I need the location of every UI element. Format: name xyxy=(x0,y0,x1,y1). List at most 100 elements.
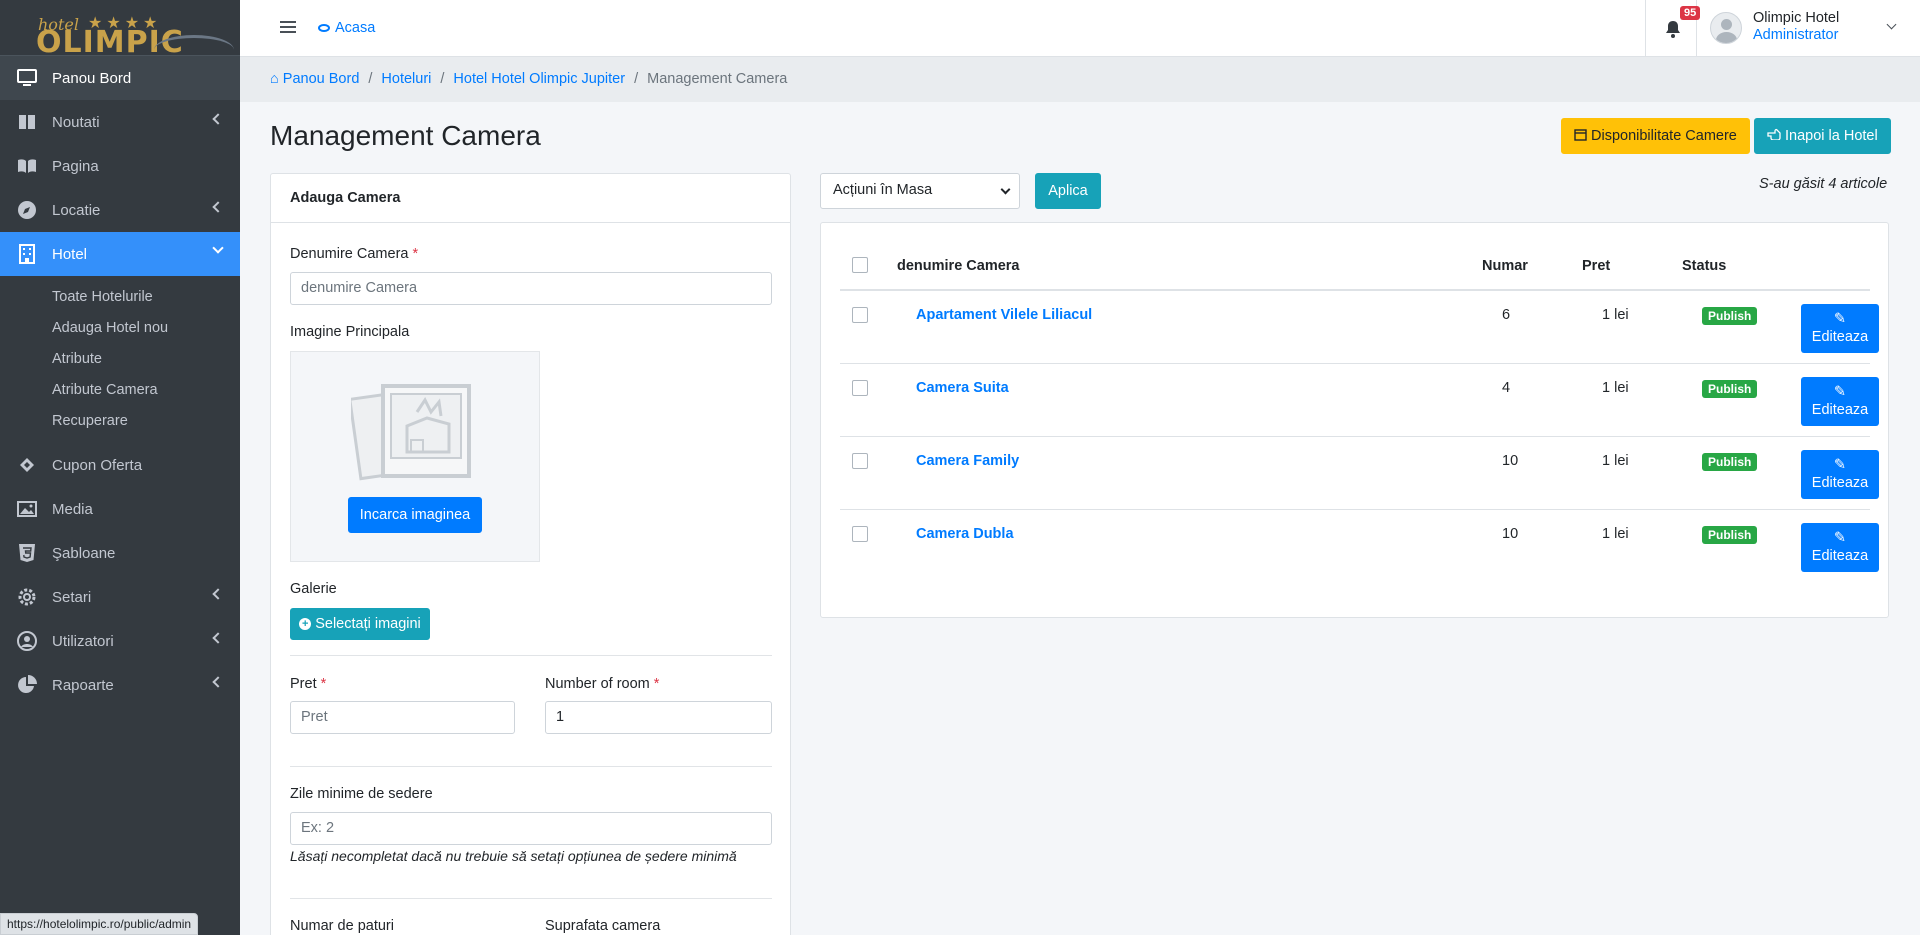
sidebar-item-noutati[interactable]: Noutati xyxy=(0,100,240,144)
edit-button[interactable]: ✎ Editeaza xyxy=(1801,523,1879,572)
room-name-link[interactable]: Apartament Vilele Liliacul xyxy=(916,307,1092,323)
room-price: 1 lei xyxy=(1602,453,1629,469)
row-checkbox[interactable] xyxy=(852,380,868,396)
column-header-name[interactable]: denumire Camera xyxy=(897,258,1020,274)
user-name: Olimpic Hotel xyxy=(1753,10,1840,26)
breadcrumb-hotel[interactable]: Hotel Hotel Olimpic Jupiter xyxy=(453,71,625,87)
room-number: 10 xyxy=(1502,526,1519,542)
edit-icon: ✎ xyxy=(1833,384,1847,400)
sidebar-item-cupon[interactable]: Cupon Oferta xyxy=(0,443,240,487)
number-of-rooms-label: Number of room * xyxy=(545,676,660,692)
add-room-card: Adauga Camera Denumire Camera * denumire… xyxy=(270,173,791,935)
hamburger-menu-icon[interactable] xyxy=(280,21,296,35)
sidebar-item-pagina[interactable]: Pagina xyxy=(0,144,240,188)
room-name-label: Denumire Camera * xyxy=(290,246,419,262)
chevron-left-icon xyxy=(212,201,224,213)
edit-button[interactable]: ✎ Editeaza xyxy=(1801,450,1879,499)
sidebar-item-label: Media xyxy=(52,500,93,518)
sidebar-item-hotel[interactable]: Hotel xyxy=(0,232,240,276)
sidebar-item-label: Locatie xyxy=(52,201,101,219)
chevron-down-icon xyxy=(212,242,224,254)
room-name-link[interactable]: Camera Suita xyxy=(916,380,1009,396)
compass-icon xyxy=(16,200,38,220)
room-price: 1 lei xyxy=(1602,526,1629,542)
status-badge: Publish xyxy=(1702,380,1758,398)
room-name-input[interactable]: denumire Camera xyxy=(290,272,772,305)
browser-status-url: https://hotelolimpic.ro/public/admin xyxy=(0,913,199,935)
home-link[interactable]: Acasa xyxy=(318,20,375,36)
room-availability-button[interactable]: Disponibilitate Camere xyxy=(1561,118,1750,154)
plus-circle-icon: + xyxy=(299,618,312,630)
chevron-left-icon xyxy=(212,632,224,644)
breadcrumb-dashboard[interactable]: ⌂ Panou Bord xyxy=(270,71,359,87)
top-navbar: Acasa 95 Olimpic Hotel Administrator xyxy=(240,0,1920,57)
image-icon xyxy=(16,499,38,519)
notifications-button[interactable]: 95 xyxy=(1645,0,1701,56)
main-image-dropzone[interactable]: Incarca imaginea xyxy=(290,351,540,562)
brand[interactable]: hotel ★★★★ OLIMPIC xyxy=(0,0,240,57)
sidebar-hotel-subnav-wrap: Toate Hotelurile Adauga Hotel nou Atribu… xyxy=(0,276,240,443)
sidebar-item-utilizatori[interactable]: Utilizatori xyxy=(0,619,240,663)
table-row: Camera Dubla 10 1 lei Publish ✎ Editeaza xyxy=(840,510,1879,583)
sidebar-item-sabloane[interactable]: Şabloane xyxy=(0,531,240,575)
room-availability-label: Disponibilitate Camere xyxy=(1591,128,1737,144)
sidebar-item-label: Setari xyxy=(52,588,92,606)
row-checkbox[interactable] xyxy=(852,526,868,542)
sidebar-subitem-room-attributes[interactable]: Atribute Camera xyxy=(0,375,240,406)
breadcrumb-dashboard-label: Panou Bord xyxy=(282,71,360,87)
apply-button[interactable]: Aplica xyxy=(1035,173,1101,209)
sidebar-subitem-attributes[interactable]: Atribute xyxy=(0,344,240,375)
sidebar-subitem-recovery[interactable]: Recuperare xyxy=(0,406,240,437)
sidebar-item-setari[interactable]: Setari xyxy=(0,575,240,619)
notification-count-badge: 95 xyxy=(1680,6,1701,20)
back-to-hotel-button[interactable]: Inapoi la Hotel xyxy=(1754,118,1891,154)
sidebar-nav: Panou Bord Noutati Pagina Locatie Hotel … xyxy=(0,56,240,707)
home-link-label: Acasa xyxy=(335,20,376,36)
sidebar-item-rapoarte[interactable]: Rapoarte xyxy=(0,663,240,707)
min-stay-input[interactable]: Ex: 2 xyxy=(290,812,772,845)
edit-icon: ✎ xyxy=(1833,457,1847,473)
edit-label: Editeaza xyxy=(1811,329,1869,345)
select-images-button[interactable]: + Selectați imagini xyxy=(290,608,430,640)
row-checkbox[interactable] xyxy=(852,453,868,469)
divider xyxy=(290,655,772,656)
building-icon xyxy=(16,244,38,264)
upload-image-button[interactable]: Incarca imaginea xyxy=(348,497,482,533)
column-header-price[interactable]: Pret xyxy=(1582,258,1610,274)
eye-icon xyxy=(318,24,330,32)
sidebar-subitem-add-hotel[interactable]: Adauga Hotel nou xyxy=(0,313,240,344)
breadcrumb: ⌂ Panou Bord / Hoteluri / Hotel Hotel Ol… xyxy=(240,57,1920,102)
edit-button[interactable]: ✎ Editeaza xyxy=(1801,304,1879,353)
room-number: 6 xyxy=(1502,307,1511,323)
pie-chart-icon xyxy=(16,675,38,695)
table-row: Camera Family 10 1 lei Publish ✎ Editeaza xyxy=(840,437,1879,510)
sidebar-subitem-all-hotels[interactable]: Toate Hotelurile xyxy=(0,282,240,313)
price-input[interactable]: Pret xyxy=(290,701,515,734)
hotel-logo[interactable]: hotel ★★★★ OLIMPIC xyxy=(36,3,234,57)
gear-icon xyxy=(16,587,38,607)
monitor-icon xyxy=(16,68,38,88)
add-room-card-title: Adauga Camera xyxy=(271,174,790,223)
sidebar-item-dashboard[interactable]: Panou Bord xyxy=(0,56,240,100)
book-icon xyxy=(16,112,38,132)
column-header-number[interactable]: Numar xyxy=(1482,258,1528,274)
column-header-status[interactable]: Status xyxy=(1682,258,1726,274)
room-name-link[interactable]: Camera Dubla xyxy=(916,526,1014,542)
user-menu[interactable]: Olimpic Hotel Administrator xyxy=(1710,10,1910,46)
room-name-link[interactable]: Camera Family xyxy=(916,453,1019,469)
chevron-left-icon xyxy=(212,676,224,688)
number-of-rooms-input[interactable]: 1 xyxy=(545,701,772,734)
results-count: S-au găsit 4 articole xyxy=(1759,176,1888,192)
breadcrumb-separator: / xyxy=(440,71,445,87)
sidebar-item-locatie[interactable]: Locatie xyxy=(0,188,240,232)
chevron-down-icon xyxy=(1886,19,1897,30)
sidebar-item-media[interactable]: Media xyxy=(0,487,240,531)
breadcrumb-hotels[interactable]: Hoteluri xyxy=(381,71,431,87)
room-area-label: Suprafata camera xyxy=(545,918,661,934)
page-title: Management Camera xyxy=(270,120,541,151)
bulk-actions-select[interactable]: Acțiuni în Masa xyxy=(820,173,1020,209)
edit-button[interactable]: ✎ Editeaza xyxy=(1801,377,1879,426)
select-all-checkbox[interactable] xyxy=(852,257,868,273)
row-checkbox[interactable] xyxy=(852,307,868,323)
sidebar-item-label: Pagina xyxy=(52,157,99,175)
